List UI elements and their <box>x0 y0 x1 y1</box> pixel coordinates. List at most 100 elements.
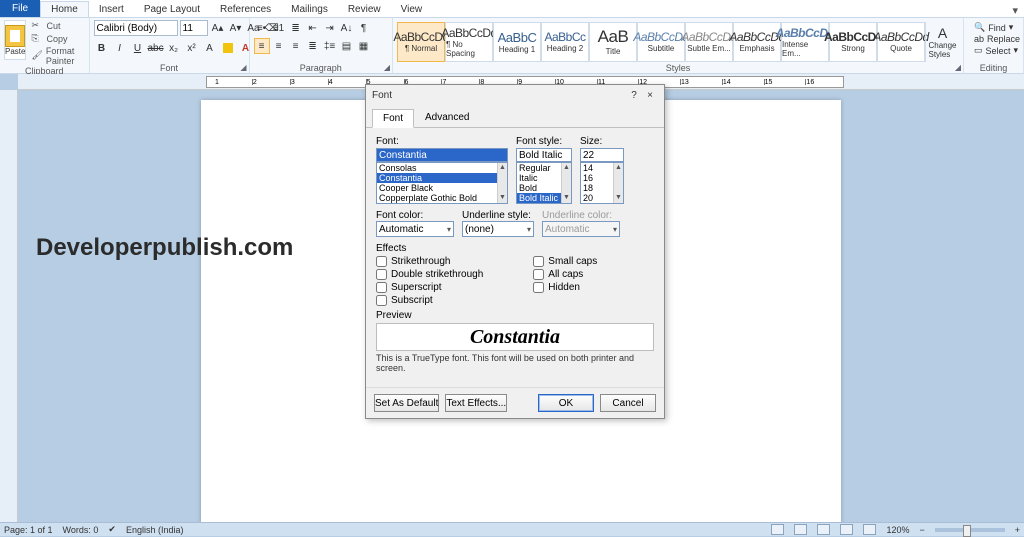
tab-references[interactable]: References <box>210 2 281 17</box>
text-effects-button-dlg[interactable]: Text Effects... <box>445 394 507 412</box>
tab-review[interactable]: Review <box>338 2 391 17</box>
dialog-tab-advanced[interactable]: Advanced <box>414 108 480 127</box>
style--normal[interactable]: AaBbCcDd¶ Normal <box>397 22 445 62</box>
font-launcher-icon[interactable]: ◢ <box>240 63 246 72</box>
dialog-titlebar[interactable]: Font ? × <box>366 85 664 105</box>
list-item[interactable]: Copperplate Gothic Bold <box>377 193 507 203</box>
strikethrough-button[interactable]: abc <box>148 40 164 56</box>
style-subtle-em-[interactable]: AaBbCcDdSubtle Em... <box>685 22 733 62</box>
style-intense-em-[interactable]: AaBbCcDdIntense Em... <box>781 22 829 62</box>
effect-subscript[interactable]: Subscript <box>376 295 483 306</box>
tab-view[interactable]: View <box>391 2 433 17</box>
borders-button[interactable]: ▦ <box>356 38 372 54</box>
size-listbox[interactable]: 1416182022▲▼ <box>580 162 624 204</box>
styles-launcher-icon[interactable]: ◢ <box>955 63 961 72</box>
cancel-button[interactable]: Cancel <box>600 394 656 412</box>
list-item[interactable]: Cooper Black <box>377 183 507 193</box>
style--no-spacing[interactable]: AaBbCcDd¶ No Spacing <box>445 22 493 62</box>
zoom-level[interactable]: 120% <box>886 525 909 535</box>
dialog-help-button[interactable]: ? <box>626 90 642 101</box>
tab-file[interactable]: File <box>0 0 40 17</box>
zoom-in-button[interactable]: + <box>1015 525 1020 535</box>
tab-page-layout[interactable]: Page Layout <box>134 2 210 17</box>
style-subtitle[interactable]: AaBbCcDdSubtitle <box>637 22 685 62</box>
list-item[interactable]: Consolas <box>377 163 507 173</box>
scrollbar[interactable]: ▲▼ <box>613 163 623 203</box>
effect-superscript[interactable]: Superscript <box>376 282 483 293</box>
status-language[interactable]: English (India) <box>126 525 184 535</box>
multilevel-button[interactable]: ≣ <box>288 20 304 36</box>
sort-button[interactable]: A↓ <box>339 20 355 36</box>
line-spacing-button[interactable]: ‡≡ <box>322 38 338 54</box>
font-input[interactable] <box>376 148 508 162</box>
tab-home[interactable]: Home <box>40 1 89 17</box>
replace-button[interactable]: abReplace <box>972 34 1022 44</box>
style-heading-1[interactable]: AaBbCHeading 1 <box>493 22 541 62</box>
italic-button[interactable]: I <box>112 40 128 56</box>
decrease-indent-button[interactable]: ⇤ <box>305 20 321 36</box>
style-emphasis[interactable]: AaBbCcDdEmphasis <box>733 22 781 62</box>
shading-button[interactable]: ▤ <box>339 38 355 54</box>
spell-check-icon[interactable]: ✔ <box>108 524 116 535</box>
tab-insert[interactable]: Insert <box>89 2 134 17</box>
font-style-listbox[interactable]: RegularItalicBoldBold Italic▲▼ <box>516 162 572 204</box>
style-title[interactable]: AaBTitle <box>589 22 637 62</box>
paragraph-launcher-icon[interactable]: ◢ <box>384 63 390 72</box>
text-effects-button[interactable]: A <box>202 40 218 56</box>
zoom-slider[interactable] <box>935 528 1005 532</box>
dialog-tab-font[interactable]: Font <box>372 109 414 128</box>
align-right-button[interactable]: ≡ <box>288 38 304 54</box>
font-style-input[interactable] <box>516 148 572 162</box>
format-painter-button[interactable]: 🖌Format Painter <box>29 46 84 66</box>
zoom-out-button[interactable]: − <box>919 525 924 535</box>
status-page[interactable]: Page: 1 of 1 <box>4 525 53 535</box>
effect-strikethrough[interactable]: Strikethrough <box>376 256 483 267</box>
effect-all-caps[interactable]: All caps <box>533 269 597 280</box>
copy-button[interactable]: ⎘Copy <box>29 33 84 45</box>
list-item[interactable]: Copperplate Gothic Light <box>377 203 507 204</box>
view-full-read-button[interactable] <box>794 524 807 535</box>
size-input[interactable] <box>580 148 624 162</box>
underline-button[interactable]: U <box>130 40 146 56</box>
list-item[interactable]: 22 <box>581 203 623 204</box>
style-strong[interactable]: AaBbCcDcStrong <box>829 22 877 62</box>
paste-button[interactable]: Paste <box>4 20 26 60</box>
view-print-layout-button[interactable] <box>771 524 784 535</box>
align-left-button[interactable]: ≡ <box>254 38 270 54</box>
set-default-button[interactable]: Set As Default <box>374 394 439 412</box>
style-quote[interactable]: AaBbCcDdQuote <box>877 22 925 62</box>
style-heading-2[interactable]: AaBbCcHeading 2 <box>541 22 589 62</box>
find-button[interactable]: 🔍Find ▾ <box>972 22 1015 33</box>
font-listbox[interactable]: ConsolasConstantiaCooper BlackCopperplat… <box>376 162 508 204</box>
view-outline-button[interactable] <box>840 524 853 535</box>
scrollbar[interactable]: ▲▼ <box>497 163 507 203</box>
justify-button[interactable]: ≣ <box>305 38 321 54</box>
select-button[interactable]: ▭Select ▾ <box>972 45 1020 56</box>
show-marks-button[interactable]: ¶ <box>356 20 372 36</box>
dialog-close-button[interactable]: × <box>642 90 658 101</box>
effect-small-caps[interactable]: Small caps <box>533 256 597 267</box>
bold-button[interactable]: B <box>94 40 110 56</box>
list-item[interactable]: Constantia <box>377 173 507 183</box>
status-words[interactable]: Words: 0 <box>63 525 99 535</box>
increase-indent-button[interactable]: ⇥ <box>322 20 338 36</box>
effect-double-strikethrough[interactable]: Double strikethrough <box>376 269 483 280</box>
font-size-select[interactable] <box>180 20 208 36</box>
grow-font-button[interactable]: A▴ <box>210 20 226 36</box>
effect-hidden[interactable]: Hidden <box>533 282 597 293</box>
underline-style-combo[interactable]: (none)▾ <box>462 221 534 237</box>
vertical-ruler[interactable] <box>0 90 18 522</box>
tab-mailings[interactable]: Mailings <box>281 2 338 17</box>
view-web-button[interactable] <box>817 524 830 535</box>
align-center-button[interactable]: ≡ <box>271 38 287 54</box>
superscript-button[interactable]: x² <box>184 40 200 56</box>
scrollbar[interactable]: ▲▼ <box>561 163 571 203</box>
change-styles-button[interactable]: AChange Styles <box>925 22 959 62</box>
highlight-button[interactable] <box>220 40 236 56</box>
cut-button[interactable]: ✂Cut <box>29 20 84 32</box>
subscript-button[interactable]: x₂ <box>166 40 182 56</box>
font-color-combo[interactable]: Automatic▾ <box>376 221 454 237</box>
bullets-button[interactable]: ≡• <box>254 20 270 36</box>
ok-button[interactable]: OK <box>538 394 594 412</box>
numbering-button[interactable]: ≡1 <box>271 20 287 36</box>
